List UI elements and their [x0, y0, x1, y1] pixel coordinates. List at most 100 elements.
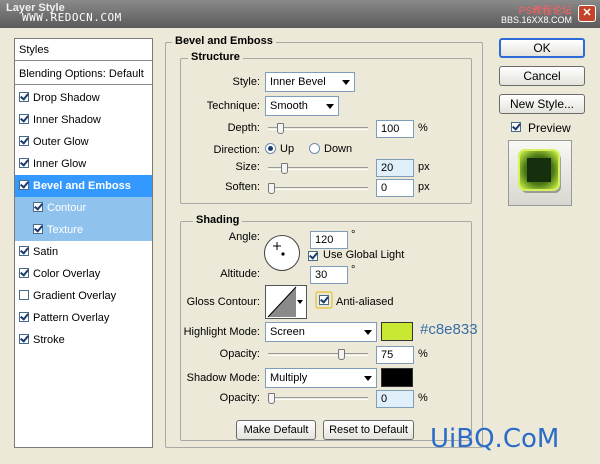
style-preview [508, 140, 572, 206]
style-item-checkbox[interactable] [19, 268, 29, 278]
shadow-mode-value: Multiply [270, 372, 308, 384]
direction-down-radio[interactable] [309, 143, 320, 154]
size-unit: px [418, 161, 430, 173]
style-item-label: Gradient Overlay [33, 290, 117, 302]
make-default-button[interactable]: Make Default [236, 420, 316, 440]
cancel-button[interactable]: Cancel [499, 66, 585, 86]
style-item-bevel-and-emboss[interactable]: Bevel and Emboss [15, 175, 152, 197]
styles-header[interactable]: Styles [15, 39, 152, 61]
depth-label: Depth: [227, 122, 260, 134]
style-item-texture[interactable]: Texture [15, 219, 152, 241]
highlight-opacity-track[interactable] [268, 353, 368, 356]
style-item-checkbox[interactable] [33, 224, 43, 234]
direction-up-radio[interactable] [265, 143, 276, 154]
style-item-pattern-overlay[interactable]: Pattern Overlay [15, 307, 152, 329]
style-item-checkbox[interactable] [19, 158, 29, 168]
ok-button[interactable]: OK [499, 38, 585, 58]
technique-combo[interactable]: Smooth [265, 96, 339, 116]
style-item-outer-glow[interactable]: Outer Glow [15, 131, 152, 153]
style-combo-value: Inner Bevel [270, 76, 326, 88]
style-item-checkbox[interactable] [19, 92, 29, 102]
altitude-field[interactable]: 30 [310, 266, 348, 284]
shadow-opacity-field[interactable]: 0 [376, 390, 414, 408]
soften-field[interactable]: 0 [376, 179, 414, 197]
soften-label: Soften: [225, 181, 260, 193]
style-item-color-overlay[interactable]: Color Overlay [15, 263, 152, 285]
shadow-opacity-thumb[interactable] [268, 393, 275, 404]
technique-combo-value: Smooth [270, 100, 308, 112]
highlight-mode-combo[interactable]: Screen [265, 322, 377, 342]
style-item-checkbox[interactable] [33, 202, 43, 212]
depth-field[interactable]: 100 [376, 120, 414, 138]
style-item-checkbox[interactable] [19, 334, 29, 344]
anti-aliased-checkbox[interactable] [319, 295, 329, 305]
gloss-contour-picker[interactable] [265, 285, 307, 319]
blending-options-item[interactable]: Blending Options: Default [15, 63, 152, 85]
watermark-left: WWW.REDOCN.COM [22, 11, 122, 24]
style-item-checkbox[interactable] [19, 312, 29, 322]
style-item-gradient-overlay[interactable]: Gradient Overlay [15, 285, 152, 307]
style-item-checkbox[interactable] [19, 136, 29, 146]
depth-unit: % [418, 122, 428, 134]
bevel-emboss-title: Bevel and Emboss [172, 35, 276, 47]
highlight-mode-label: Highlight Mode: [183, 326, 260, 338]
style-item-stroke[interactable]: Stroke [15, 329, 152, 351]
watermark-right-bottom: BBS.16XX8.COM [500, 15, 572, 25]
direction-down-label: Down [324, 143, 353, 155]
angle-field[interactable]: 120 [310, 231, 348, 249]
highlight-mode-value: Screen [270, 326, 305, 338]
style-item-label: Inner Glow [33, 158, 87, 170]
reset-to-default-button[interactable]: Reset to Default [323, 420, 414, 440]
highlight-opacity-thumb[interactable] [338, 349, 345, 360]
size-field[interactable]: 20 [376, 159, 414, 177]
angle-dial[interactable] [264, 235, 300, 271]
soften-slider-track[interactable] [268, 187, 368, 190]
chevron-down-icon [342, 80, 350, 85]
highlight-opacity-field[interactable]: 75 [376, 346, 414, 364]
style-item-checkbox[interactable] [19, 246, 29, 256]
style-combo[interactable]: Inner Bevel [265, 72, 355, 92]
preview-checkbox[interactable] [511, 122, 521, 132]
use-global-light-checkbox[interactable] [308, 251, 318, 261]
style-item-checkbox[interactable] [19, 114, 29, 124]
gloss-contour-label: Gloss Contour: [186, 296, 260, 308]
dialog-client: Styles Blending Options: Default Drop Sh… [0, 28, 600, 464]
new-style-button[interactable]: New Style... [499, 94, 585, 114]
contour-curve-icon [267, 286, 297, 318]
chevron-down-icon [364, 376, 372, 381]
chevron-down-icon [326, 104, 334, 109]
style-item-satin[interactable]: Satin [15, 241, 152, 263]
close-button[interactable]: ✕ [578, 5, 596, 22]
style-item-inner-shadow[interactable]: Inner Shadow [15, 109, 152, 131]
highlight-hex-label: #c8e833 [420, 321, 478, 338]
style-item-label: Outer Glow [33, 136, 89, 148]
angle-label: Angle: [228, 231, 260, 243]
preview-label: Preview [528, 121, 571, 135]
style-item-inner-glow[interactable]: Inner Glow [15, 153, 152, 175]
shading-title: Shading [193, 214, 243, 226]
technique-label: Technique: [206, 100, 260, 112]
style-item-checkbox[interactable] [19, 290, 29, 300]
style-item-checkbox[interactable] [19, 180, 29, 190]
soften-slider-thumb[interactable] [268, 183, 275, 194]
shadow-mode-combo[interactable]: Multiply [265, 368, 377, 388]
shadow-opacity-track[interactable] [268, 397, 368, 400]
size-slider-thumb[interactable] [281, 163, 288, 174]
highlight-color-swatch[interactable] [381, 322, 413, 341]
footer-logo: UiBQ.CoM [430, 424, 560, 454]
anti-aliased-label: Anti-aliased [336, 296, 394, 308]
altitude-label: Altitude: [220, 268, 260, 280]
styles-list: Styles Blending Options: Default Drop Sh… [14, 38, 153, 448]
chevron-down-icon [297, 300, 303, 304]
shadow-color-swatch[interactable] [381, 368, 413, 387]
style-item-drop-shadow[interactable]: Drop Shadow [15, 87, 152, 109]
style-item-contour[interactable]: Contour [15, 197, 152, 219]
direction-label: Direction: [213, 144, 260, 156]
style-item-label: Bevel and Emboss [33, 180, 131, 192]
depth-slider-thumb[interactable] [277, 123, 284, 134]
style-item-label: Inner Shadow [33, 114, 101, 126]
altitude-unit: ° [351, 264, 356, 276]
soften-unit: px [418, 181, 430, 193]
highlight-opacity-unit: % [418, 348, 428, 360]
direction-up-label: Up [280, 143, 295, 155]
